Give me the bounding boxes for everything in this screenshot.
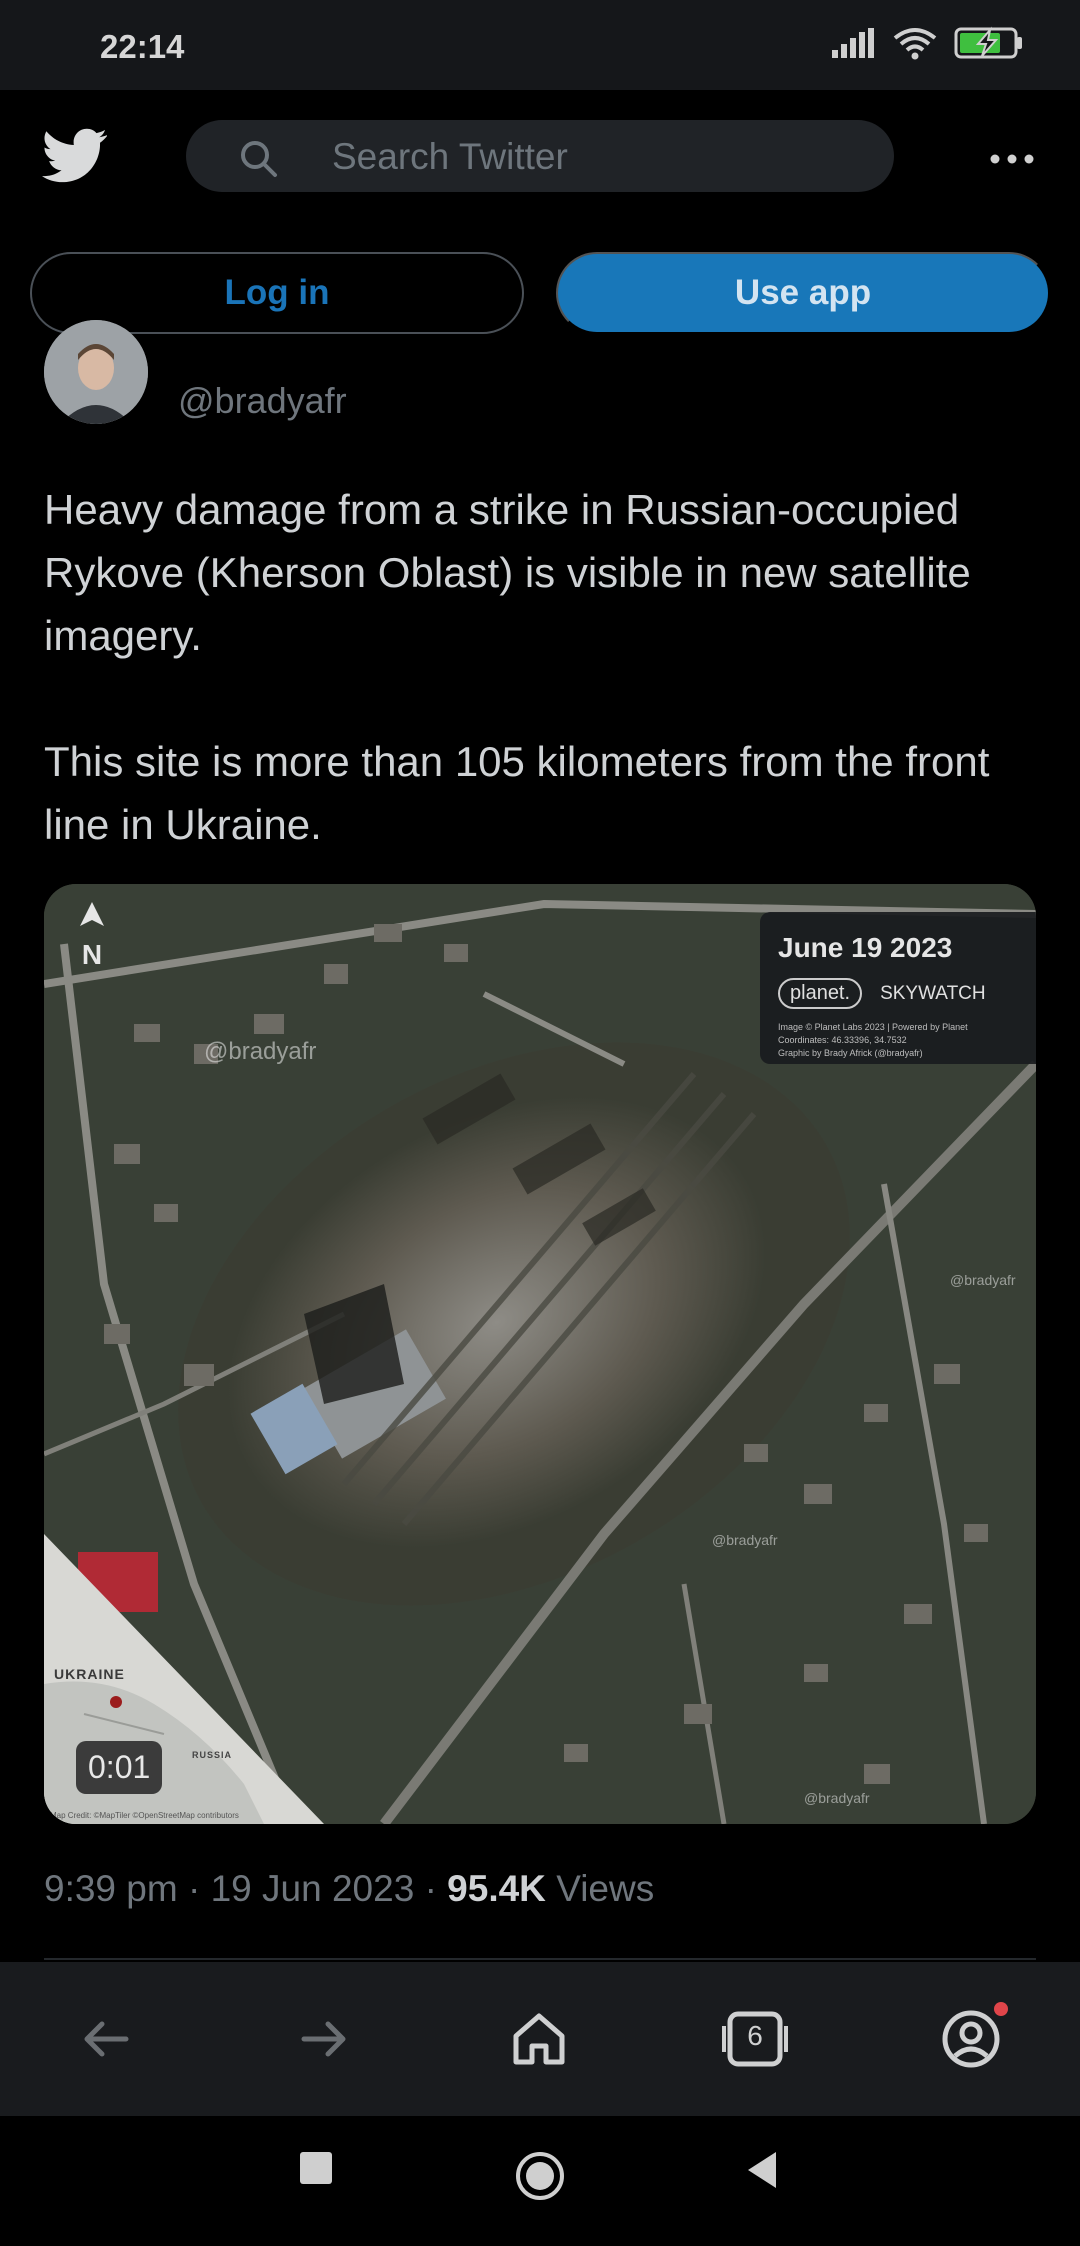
back-triangle-icon[interactable] [744, 2150, 780, 2190]
imagery-date: June 19 2023 [778, 932, 953, 963]
forward-arrow-icon[interactable] [290, 2006, 356, 2072]
credit-line: Graphic by Brady Africk (@bradyafr) [778, 1048, 923, 1058]
planet-logo: planet. [778, 978, 863, 1009]
avatar[interactable] [44, 320, 148, 424]
tweet-time[interactable]: 9:39 pm [44, 1868, 178, 1909]
north-arrow-icon: N [80, 902, 104, 970]
notification-dot [994, 2002, 1008, 2016]
home-icon[interactable] [506, 2006, 572, 2072]
twitter-bird-icon[interactable] [42, 128, 108, 184]
search-placeholder: Search Twitter [332, 136, 568, 177]
browser-toolbar: 6 [0, 1962, 1080, 2116]
skywatch-logo: SKYWATCH [880, 982, 986, 1004]
credit-line: Coordinates: 46.33396, 34.7532 [778, 1035, 907, 1045]
search-icon [241, 141, 277, 177]
tweet-date[interactable]: 19 Jun 2023 [211, 1868, 415, 1909]
video-duration-badge: 0:01 [76, 1741, 163, 1794]
tweet-paragraph: This site is more than 105 kilometers fr… [44, 738, 990, 848]
author-handle[interactable]: @bradyafr [178, 380, 347, 422]
auth-bar: Log in Use app [0, 220, 1080, 350]
map-label-russia: RUSSIA [192, 1750, 233, 1760]
provider-logos: planet. SKYWATCH [778, 978, 1018, 1009]
divider [44, 1958, 1036, 1960]
meta-separator: · [187, 1868, 201, 1909]
status-icons [832, 26, 1024, 60]
imagery-credits: Image © Planet Labs 2023 | Powered by Pl… [778, 1021, 1018, 1060]
views-count: 95.4K [447, 1868, 546, 1909]
credit-line: Image © Planet Labs 2023 | Powered by Pl… [778, 1022, 968, 1032]
home-circle-icon[interactable] [514, 2150, 566, 2202]
tweet-meta: 9:39 pm · 19 Jun 2023 · 95.4K Views [44, 1868, 654, 1910]
north-label: N [82, 939, 102, 970]
profile-button[interactable] [938, 2002, 1008, 2072]
tabs-button[interactable]: 6 [722, 2006, 788, 2072]
watermark: @bradyafr [804, 1790, 870, 1806]
system-navigation-bar [0, 2116, 1080, 2246]
map-label-ukraine: UKRAINE [54, 1666, 125, 1682]
twitter-header: Search Twitter [0, 90, 1080, 220]
watermark: @bradyafr [950, 1272, 1016, 1288]
watermark: @bradyafr [712, 1532, 778, 1548]
wifi-icon [893, 28, 937, 60]
back-arrow-icon[interactable] [74, 2006, 140, 2072]
tweet-text: Heavy damage from a strike in Russian-oc… [44, 478, 1044, 856]
watermark: @bradyafr [204, 1038, 317, 1065]
map-credit: Map Credit: ©MapTiler ©OpenStreetMap con… [50, 1811, 239, 1820]
recents-square-icon[interactable] [298, 2150, 334, 2186]
tweet-paragraph: Heavy damage from a strike in Russian-oc… [44, 486, 971, 659]
views-label: Views [556, 1868, 655, 1909]
meta-separator: · [424, 1868, 437, 1909]
profile-icon [942, 2010, 1000, 2068]
search-input[interactable]: Search Twitter [186, 120, 894, 192]
more-horizontal-icon[interactable] [990, 154, 1034, 164]
use-app-button[interactable]: Use app [556, 252, 1050, 334]
status-time: 22:14 [100, 28, 185, 65]
imagery-info-card: June 19 2023 planet. SKYWATCH Image © Pl… [760, 912, 1036, 1064]
battery-charging-icon [954, 26, 1022, 59]
tab-count: 6 [747, 2020, 763, 2051]
tweet-media-video[interactable]: N @bradyafr @bradyafr @bradyafr @bradyaf… [44, 884, 1036, 1824]
signal-icon [832, 28, 874, 58]
status-bar: 22:14 [0, 0, 1080, 90]
